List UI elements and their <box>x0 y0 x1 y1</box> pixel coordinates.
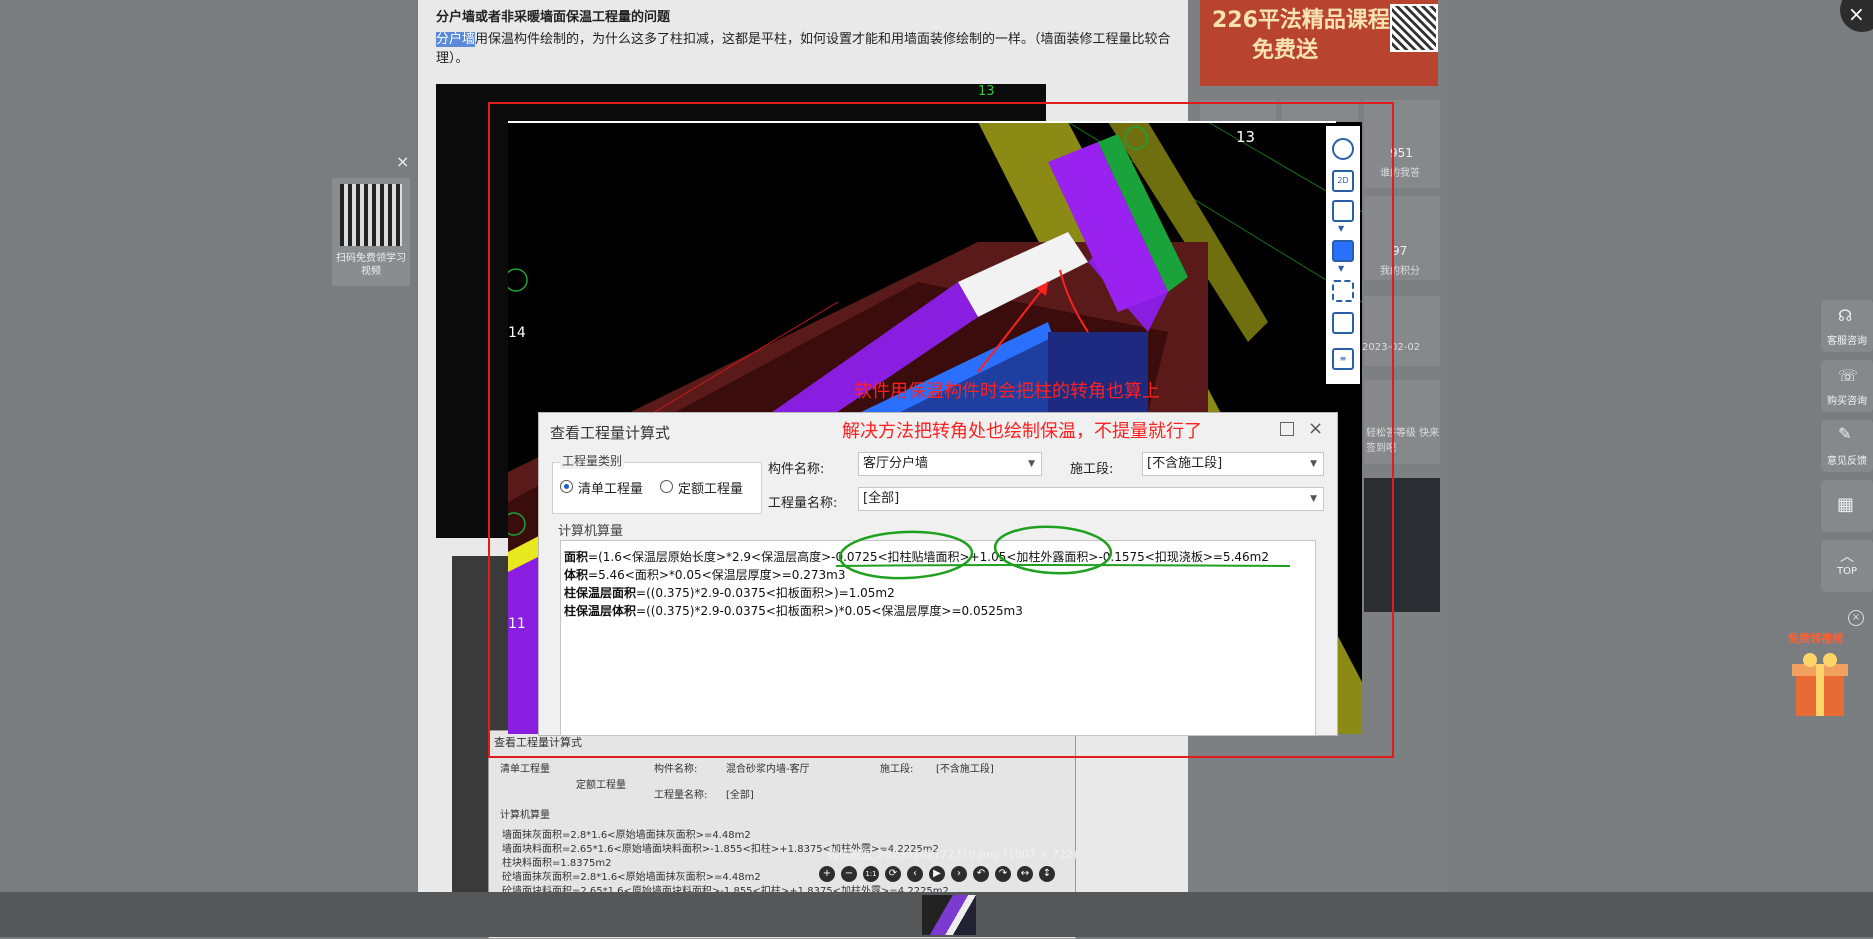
side-button-label: 购买咨询 <box>1827 396 1867 407</box>
ad-text: 226平法精品课程免费送 <box>1212 6 1390 66</box>
gift-label: 免费领视频 <box>1788 632 1843 645</box>
close-icon: × <box>1848 2 1865 26</box>
flip-vertical-button[interactable]: ↕ <box>1039 866 1055 882</box>
ad-line-2: 免费送 <box>1252 38 1319 63</box>
gift-icon[interactable] <box>1784 650 1856 720</box>
side-button-label: TOP <box>1836 566 1857 577</box>
bg-radio-quota: 定额工程量 <box>576 780 626 791</box>
actual-size-button[interactable]: 1:1 <box>863 866 879 882</box>
question-description: 分户墙用保温构件绘制的，为什么这多了柱扣减，这都是平柱，如何设置才能和用墙面装修… <box>436 30 1176 68</box>
qr-caption: 扫码免费领学习视频 <box>336 253 406 277</box>
chat-icon: ☏ <box>1838 366 1859 385</box>
ad-qr-code <box>1390 4 1438 52</box>
bg-calc-label: 计算机算量 <box>500 810 550 821</box>
side-button-label: 客服咨询 <box>1827 336 1867 347</box>
zoom-in-button[interactable]: + <box>819 866 835 882</box>
bg-qty-value: [全部] <box>726 790 754 801</box>
bg-member-value: 混合砂浆内墙-客厅 <box>726 764 810 775</box>
close-viewer-button[interactable]: × <box>1840 0 1873 32</box>
bg-calc-line: 墙面抹灰面积=2.8*1.6<原始墙面抹灰面积>=4.48m2 <box>502 830 751 841</box>
headset-icon: ☊ <box>1838 306 1853 325</box>
zoom-out-button[interactable]: − <box>841 866 857 882</box>
image-caption: 微信截图_20230202172310.png (1007 × 722) <box>828 848 1078 861</box>
rotate-right-button[interactable]: ↷ <box>995 866 1011 882</box>
bg-calc-line: 砼墙面抹灰面积=2.8*1.6<原始墙面抹灰面积>=4.48m2 <box>502 872 761 883</box>
prev-button[interactable]: ‹ <box>907 866 923 882</box>
bg-radio-bill: 清单工程量 <box>500 764 550 775</box>
edit-icon: ✎ <box>1838 424 1852 443</box>
flip-horizontal-button[interactable]: ↔ <box>1017 866 1033 882</box>
side-button-label: 意见反馈 <box>1827 456 1867 467</box>
highlighted-word: 分户墙 <box>436 32 476 47</box>
bg-qty-label: 工程量名称: <box>654 790 708 801</box>
bg-stage-label: 施工段: <box>880 764 914 775</box>
bg-stage-value: [不含施工段] <box>936 764 994 775</box>
chevron-up-icon: ︿ <box>1840 549 1854 565</box>
question-title: 分户墙或者非采暖墙面保温工程量的问题 <box>436 10 671 25</box>
play-button[interactable]: ▶ <box>929 866 945 882</box>
image-thumbnail[interactable] <box>922 895 976 935</box>
next-button[interactable]: › <box>951 866 967 882</box>
highlight-frame <box>488 102 1394 758</box>
stat-number: 97 <box>1392 244 1408 258</box>
reset-button[interactable]: ⟳ <box>885 866 901 882</box>
description-text: 用保温构件绘制的，为什么这多了柱扣减，这都是平柱，如何设置才能和用墙面装修绘制的… <box>436 32 1171 66</box>
qrcode-icon: ▦ <box>1837 494 1855 515</box>
ad-line-1: 226平法精品课程 <box>1212 8 1390 33</box>
close-icon[interactable]: × <box>396 152 409 171</box>
bg-calc-line: 柱块料面积=1.8375m2 <box>502 858 612 869</box>
bg-axis-label: 13 <box>978 84 995 99</box>
rotate-left-button[interactable]: ↶ <box>973 866 989 882</box>
qr-code <box>340 184 402 246</box>
close-icon[interactable]: × <box>1848 610 1864 626</box>
bg-member-label: 构件名称: <box>654 764 698 775</box>
